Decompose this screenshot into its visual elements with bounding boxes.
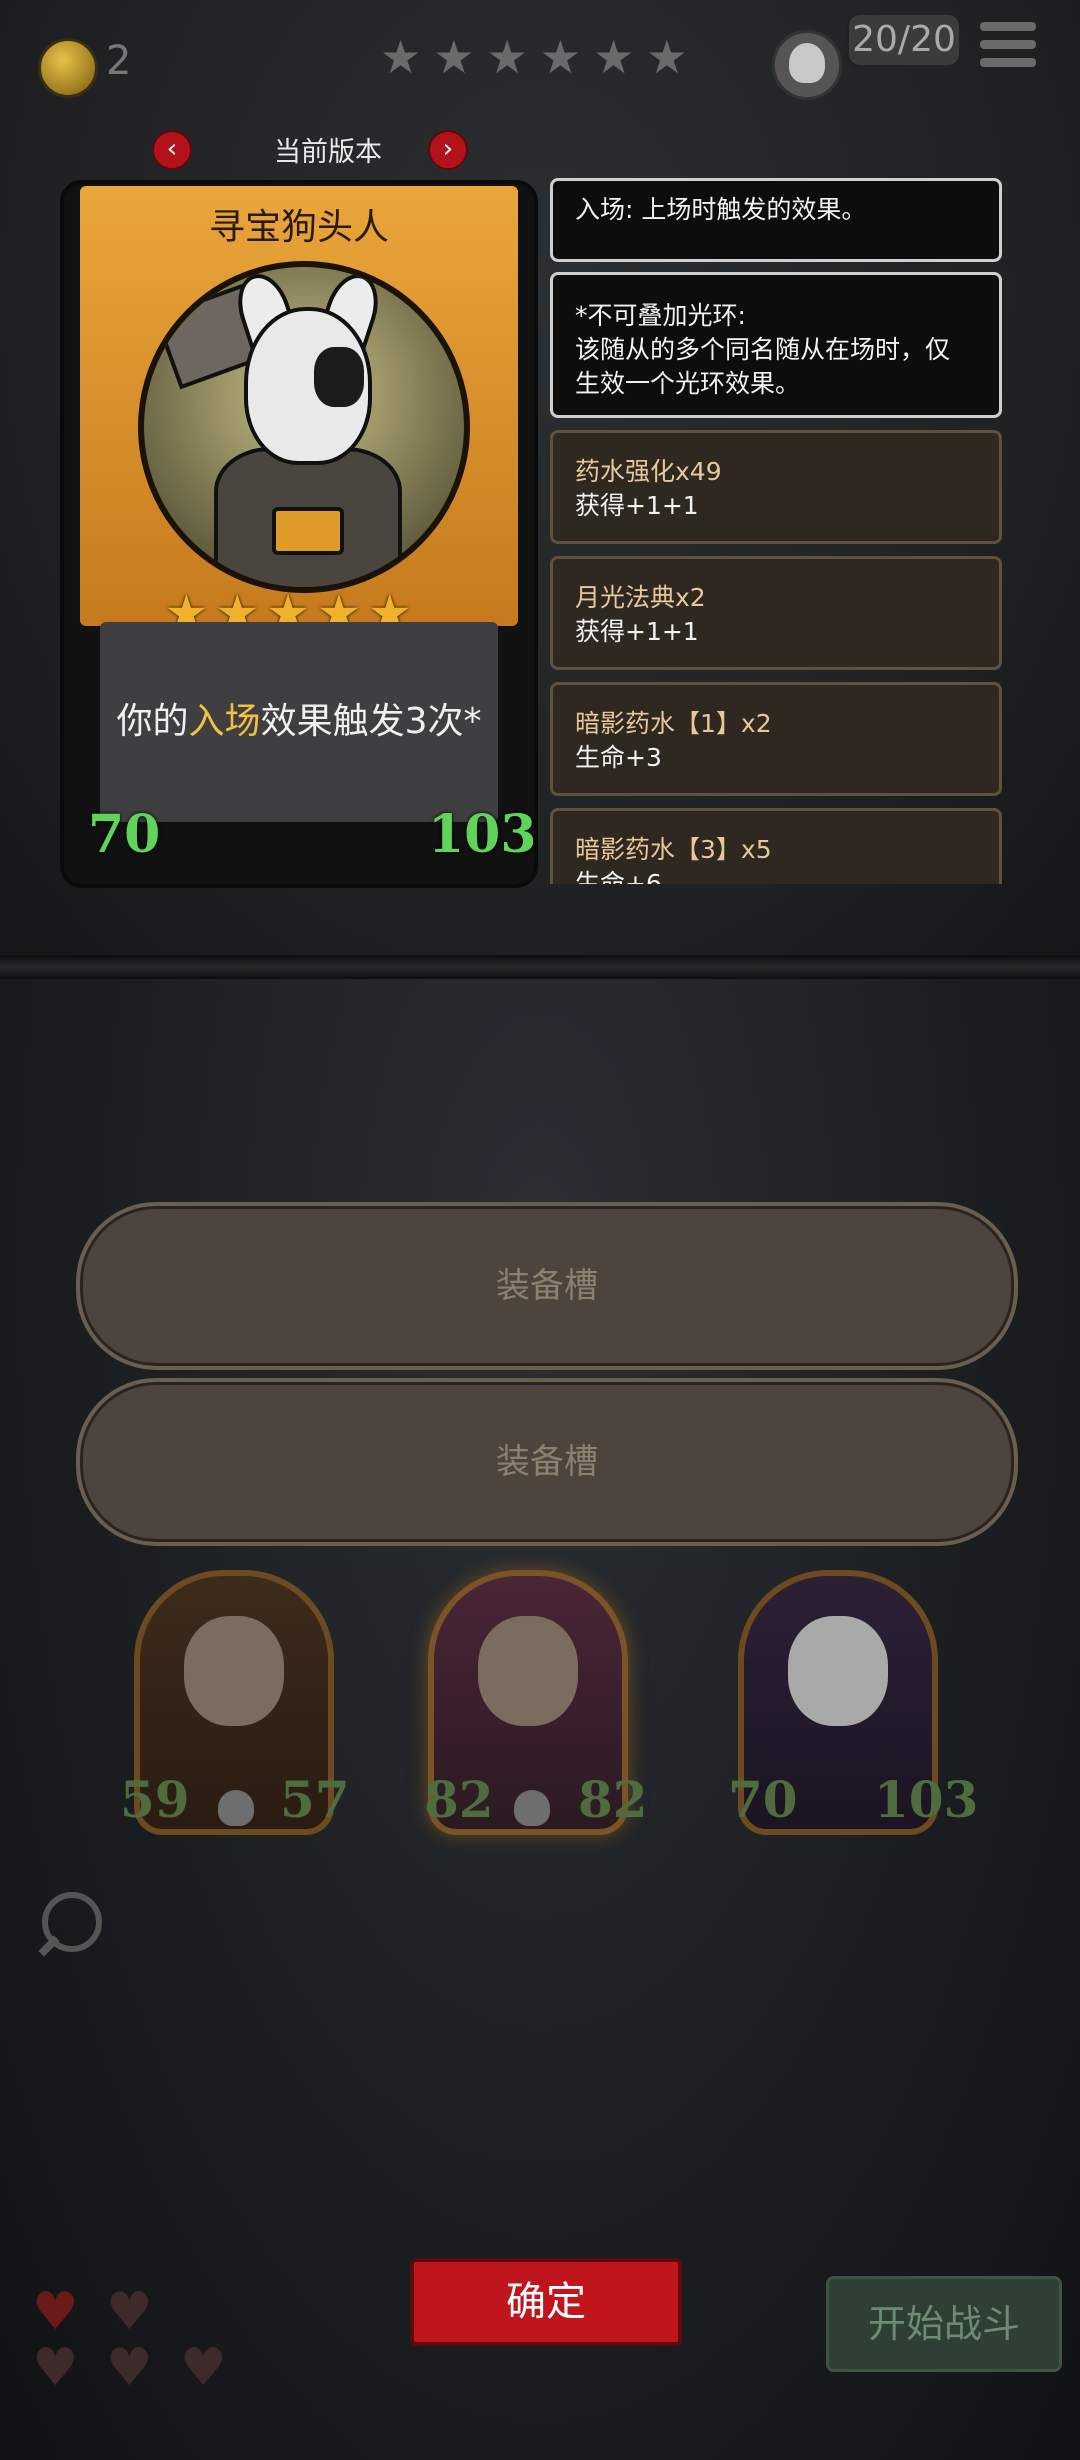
minion-health: 82	[578, 1770, 648, 1829]
buff-title: 暗影药水【3】x5	[575, 835, 772, 864]
heart-icon: ♥	[180, 2338, 227, 2398]
skull-icon	[218, 1790, 254, 1826]
star-icon: ★	[539, 30, 581, 84]
effect-text: 你的	[116, 701, 189, 742]
effect-text: 效果触发3次*	[260, 701, 482, 742]
minion-detail-card: 寻宝狗头人 ★ ★ ★ ★ ★ 你的入场效果触发3次* 70 103	[64, 184, 537, 884]
star-icon: ★	[433, 30, 475, 84]
star-icon: ★	[486, 30, 528, 84]
buff-desc: 获得+1+1	[575, 490, 699, 520]
card-health: 103	[428, 804, 537, 865]
card-frame: 寻宝狗头人	[80, 186, 518, 626]
card-name: 寻宝狗头人	[208, 207, 389, 248]
minion-portrait	[478, 1616, 578, 1726]
start-battle-button[interactable]: 开始战斗	[826, 2276, 1062, 2372]
version-label: 当前版本	[274, 137, 382, 168]
star-icon: ★	[646, 30, 688, 84]
buff-entry: 暗影药水【1】x2 生命+3	[550, 682, 1002, 796]
effect-keyword[interactable]: 入场	[189, 701, 261, 742]
buff-title: 月光法典x2	[575, 583, 706, 612]
buff-entry: 暗影药水【3】x5 生命+6	[550, 808, 1002, 884]
heart-icon: ♥	[106, 2282, 153, 2342]
equipment-slot[interactable]: 装备槽	[76, 1202, 1018, 1370]
card-portrait	[138, 261, 470, 593]
next-version-button[interactable]: ›	[428, 130, 468, 170]
health-badge: 20/20	[846, 12, 962, 68]
eye-patch-art	[314, 347, 364, 407]
buff-entry: 药水强化x49 获得+1+1	[550, 430, 1002, 544]
minion-portrait	[184, 1616, 284, 1726]
equipment-slot[interactable]: 装备槽	[76, 1378, 1018, 1546]
keyword-tooltip: *不可叠加光环: 该随从的多个同名随从在场时，仅 生效一个光环效果。	[550, 272, 1002, 418]
minion-attack: 59	[120, 1770, 190, 1829]
minion-health: 57	[280, 1770, 350, 1829]
buff-desc: 获得+1+1	[575, 616, 699, 646]
buff-title: 暗影药水【1】x2	[575, 709, 772, 738]
menu-icon[interactable]	[980, 22, 1036, 76]
buff-entry: 月光法典x2 获得+1+1	[550, 556, 1002, 670]
keyword-text: 生效一个光环效果。	[575, 368, 801, 398]
keyword-text: 入场: 上场时触发的效果。	[575, 195, 867, 224]
heart-icon: ♥	[106, 2338, 153, 2398]
minion-attack: 82	[424, 1770, 494, 1829]
belt-buckle-art	[272, 507, 344, 555]
skull-icon	[514, 1790, 550, 1826]
prev-version-button[interactable]: ‹	[152, 130, 192, 170]
player-avatar[interactable]	[772, 30, 842, 100]
minion-attack: 70	[728, 1770, 798, 1829]
heart-icon: ♥	[32, 2282, 79, 2342]
buff-desc: 生命+3	[575, 742, 662, 772]
buff-title: 药水强化x49	[575, 457, 722, 486]
minion-health: 103	[874, 1770, 979, 1829]
keyword-tooltip: 入场: 上场时触发的效果。	[550, 178, 1002, 262]
star-icon: ★	[380, 30, 422, 84]
tier-stars: ★ ★ ★ ★ ★ ★	[380, 30, 688, 84]
minion-portrait	[788, 1616, 888, 1726]
card-attack: 70	[88, 804, 161, 865]
buff-list-scroll[interactable]: 暗影药水【3】x5 生命+6	[540, 800, 1010, 884]
heart-icon: ♥	[32, 2338, 79, 2398]
coin-icon	[38, 38, 98, 98]
card-text-box: 你的入场效果触发3次*	[100, 622, 498, 822]
coin-count: 2	[106, 38, 132, 84]
keyword-text: 该随从的多个同名随从在场时，仅	[575, 334, 951, 364]
star-icon: ★	[593, 30, 635, 84]
buff-desc: 生命+6	[575, 868, 662, 884]
keyword-text: *不可叠加光环:	[575, 301, 746, 330]
card-effect: 你的入场效果触发3次*	[100, 692, 498, 744]
panel-divider	[0, 955, 1080, 979]
confirm-button[interactable]: 确定	[410, 2258, 682, 2346]
magnifier-icon[interactable]	[42, 1892, 102, 1952]
